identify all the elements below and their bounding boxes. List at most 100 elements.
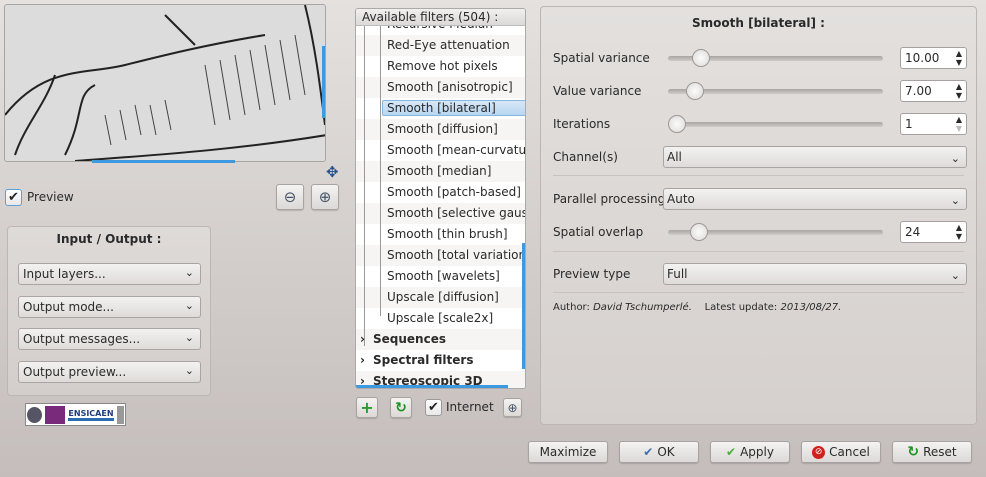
slider-thumb[interactable] <box>689 223 708 241</box>
spatial-overlap-slider[interactable] <box>668 223 883 241</box>
gmic-logo: ENSICAEN <box>25 403 126 426</box>
filter-label: Smooth [bilateral] <box>382 100 525 116</box>
cancel-button[interactable]: ⊘ Cancel <box>801 441 881 463</box>
slider-thumb[interactable] <box>691 49 710 67</box>
filter-item[interactable]: Red-Eye attenuation <box>356 35 525 56</box>
channels-combobox[interactable]: All ⌄ <box>663 146 967 168</box>
filter-item[interactable]: Upscale [scale2x] <box>356 308 525 329</box>
apply-button[interactable]: ✔ Apply <box>710 441 790 463</box>
chevron-down-icon: ⌄ <box>184 364 194 377</box>
value-variance-label: Value variance <box>553 84 642 98</box>
filter-title: Smooth [bilateral] : <box>692 16 825 30</box>
combo-value: Full <box>667 267 688 281</box>
filter-list-vscroll[interactable] <box>522 243 525 369</box>
filter-label: Smooth [median] <box>387 164 492 178</box>
filter-label: Smooth [anisotropic] <box>387 80 513 94</box>
iterations-spinbox[interactable]: 1 ▲ ▼ <box>900 113 967 135</box>
maximize-button[interactable]: Maximize <box>528 441 608 463</box>
spin-arrows-icon[interactable]: ▲ ▼ <box>956 115 962 133</box>
spatial-variance-label: Spatial variance <box>553 51 650 65</box>
zoom-icon: ⊕ <box>507 400 518 415</box>
filter-label: Smooth [wavelets] <box>387 269 500 283</box>
move-icon[interactable]: ✥ <box>326 163 339 181</box>
output-preview-dropdown[interactable]: Output preview... ⌄ <box>18 361 201 383</box>
combo-value: Auto <box>667 192 695 206</box>
filter-credits: Author: David Tschumperlé. Latest update… <box>553 302 841 313</box>
internet-label: Internet <box>446 400 494 414</box>
filter-item[interactable]: Remove hot pixels <box>356 56 525 77</box>
preview-checkbox[interactable]: ✔ <box>5 189 22 206</box>
dropdown-label: Output messages... <box>23 332 141 346</box>
filter-item[interactable]: Smooth [bilateral] <box>356 98 525 119</box>
filter-list-hscroll[interactable] <box>356 385 508 388</box>
dropdown-label: Output mode... <box>23 300 114 314</box>
slider-thumb[interactable] <box>685 82 704 100</box>
zoom-in-icon: ⊕ <box>318 188 332 206</box>
filter-label: Spectral filters <box>373 353 474 367</box>
filter-item[interactable]: Smooth [median] <box>356 161 525 182</box>
combo-value: All <box>667 150 682 164</box>
internet-checkbox[interactable]: ✔ <box>425 399 442 416</box>
filter-search-button[interactable]: ⊕ <box>503 398 522 417</box>
preview-type-combobox[interactable]: Full ⌄ <box>663 263 967 285</box>
input-layers-dropdown[interactable]: Input layers... ⌄ <box>18 263 201 285</box>
spatial-variance-spinbox[interactable]: 10.00 ▲ ▼ <box>900 47 967 69</box>
preview-hscroll[interactable] <box>92 160 235 163</box>
filter-tree[interactable]: Available filters (504) : Recursive Medi… <box>355 8 526 389</box>
spatial-variance-slider[interactable] <box>668 49 883 67</box>
filter-list-header: Available filters (504) : <box>356 9 525 26</box>
filter-item[interactable]: Smooth [wavelets] <box>356 266 525 287</box>
cancel-icon: ⊘ <box>812 445 826 459</box>
preview-label: Preview <box>27 190 74 204</box>
filter-category[interactable]: › Spectral filters <box>356 350 525 371</box>
filter-item[interactable]: Smooth [diffusion] <box>356 119 525 140</box>
filter-item[interactable]: Smooth [thin brush] <box>356 224 525 245</box>
filter-item[interactable]: Recursive Median <box>356 26 525 35</box>
expand-arrow-icon[interactable]: › <box>360 350 365 371</box>
value-variance-spinbox[interactable]: 7.00 ▲ ▼ <box>900 80 967 102</box>
dropdown-label: Input layers... <box>23 267 106 281</box>
filter-item[interactable]: Smooth [anisotropic] <box>356 77 525 98</box>
filter-category[interactable]: › Sequences <box>356 329 525 350</box>
separator <box>553 292 964 293</box>
input-output-group: Input / Output : Input layers... ⌄ Output… <box>7 226 211 396</box>
filter-item[interactable]: Smooth [total variation] <box>356 245 525 266</box>
preview-image[interactable] <box>4 4 326 162</box>
greyc-logo <box>44 405 66 424</box>
iterations-slider[interactable] <box>668 115 883 133</box>
chevron-down-icon: ⌄ <box>950 269 960 282</box>
output-mode-dropdown[interactable]: Output mode... ⌄ <box>18 296 201 318</box>
button-label: OK <box>657 445 675 459</box>
spin-arrows-icon[interactable]: ▲ ▼ <box>956 223 962 241</box>
filter-label: Upscale [scale2x] <box>387 311 494 325</box>
reset-button[interactable]: ↻ Reset <box>892 441 972 463</box>
button-label: Apply <box>740 445 774 459</box>
slider-thumb[interactable] <box>668 115 686 133</box>
refresh-filters-button[interactable]: ↻ <box>390 397 412 418</box>
separator <box>553 251 964 252</box>
add-filter-button[interactable]: + <box>356 397 378 418</box>
zoom-in-button[interactable]: ⊕ <box>311 184 339 210</box>
output-messages-dropdown[interactable]: Output messages... ⌄ <box>18 328 201 350</box>
filter-item[interactable]: Smooth [mean-curvature] <box>356 140 525 161</box>
filter-label: Smooth [patch-based] <box>387 185 521 199</box>
io-title: Input / Output : <box>56 232 162 246</box>
filter-item[interactable]: Smooth [selective gaussian] <box>356 203 525 224</box>
preview-vscroll[interactable] <box>322 46 325 118</box>
chevron-down-icon: ⌄ <box>184 331 194 344</box>
check-icon: ✔ <box>643 445 654 459</box>
parallel-processing-combobox[interactable]: Auto ⌄ <box>663 188 967 210</box>
zoom-out-button[interactable]: ⊖ <box>276 184 304 210</box>
value-variance-slider[interactable] <box>668 82 883 100</box>
spatial-overlap-spinbox[interactable]: 24 ▲ ▼ <box>900 221 967 243</box>
spin-arrows-icon[interactable]: ▲ ▼ <box>956 82 962 100</box>
spin-arrows-icon[interactable]: ▲ ▼ <box>956 49 962 67</box>
ok-button[interactable]: ✔ OK <box>619 441 699 463</box>
filter-item[interactable]: Upscale [diffusion] <box>356 287 525 308</box>
channels-label: Channel(s) <box>553 150 618 164</box>
spatial-overlap-label: Spatial overlap <box>553 225 644 239</box>
filter-label: Smooth [mean-curvature] <box>387 143 525 157</box>
plus-icon: + <box>360 398 374 417</box>
iterations-label: Iterations <box>553 117 611 131</box>
filter-item[interactable]: Smooth [patch-based] <box>356 182 525 203</box>
